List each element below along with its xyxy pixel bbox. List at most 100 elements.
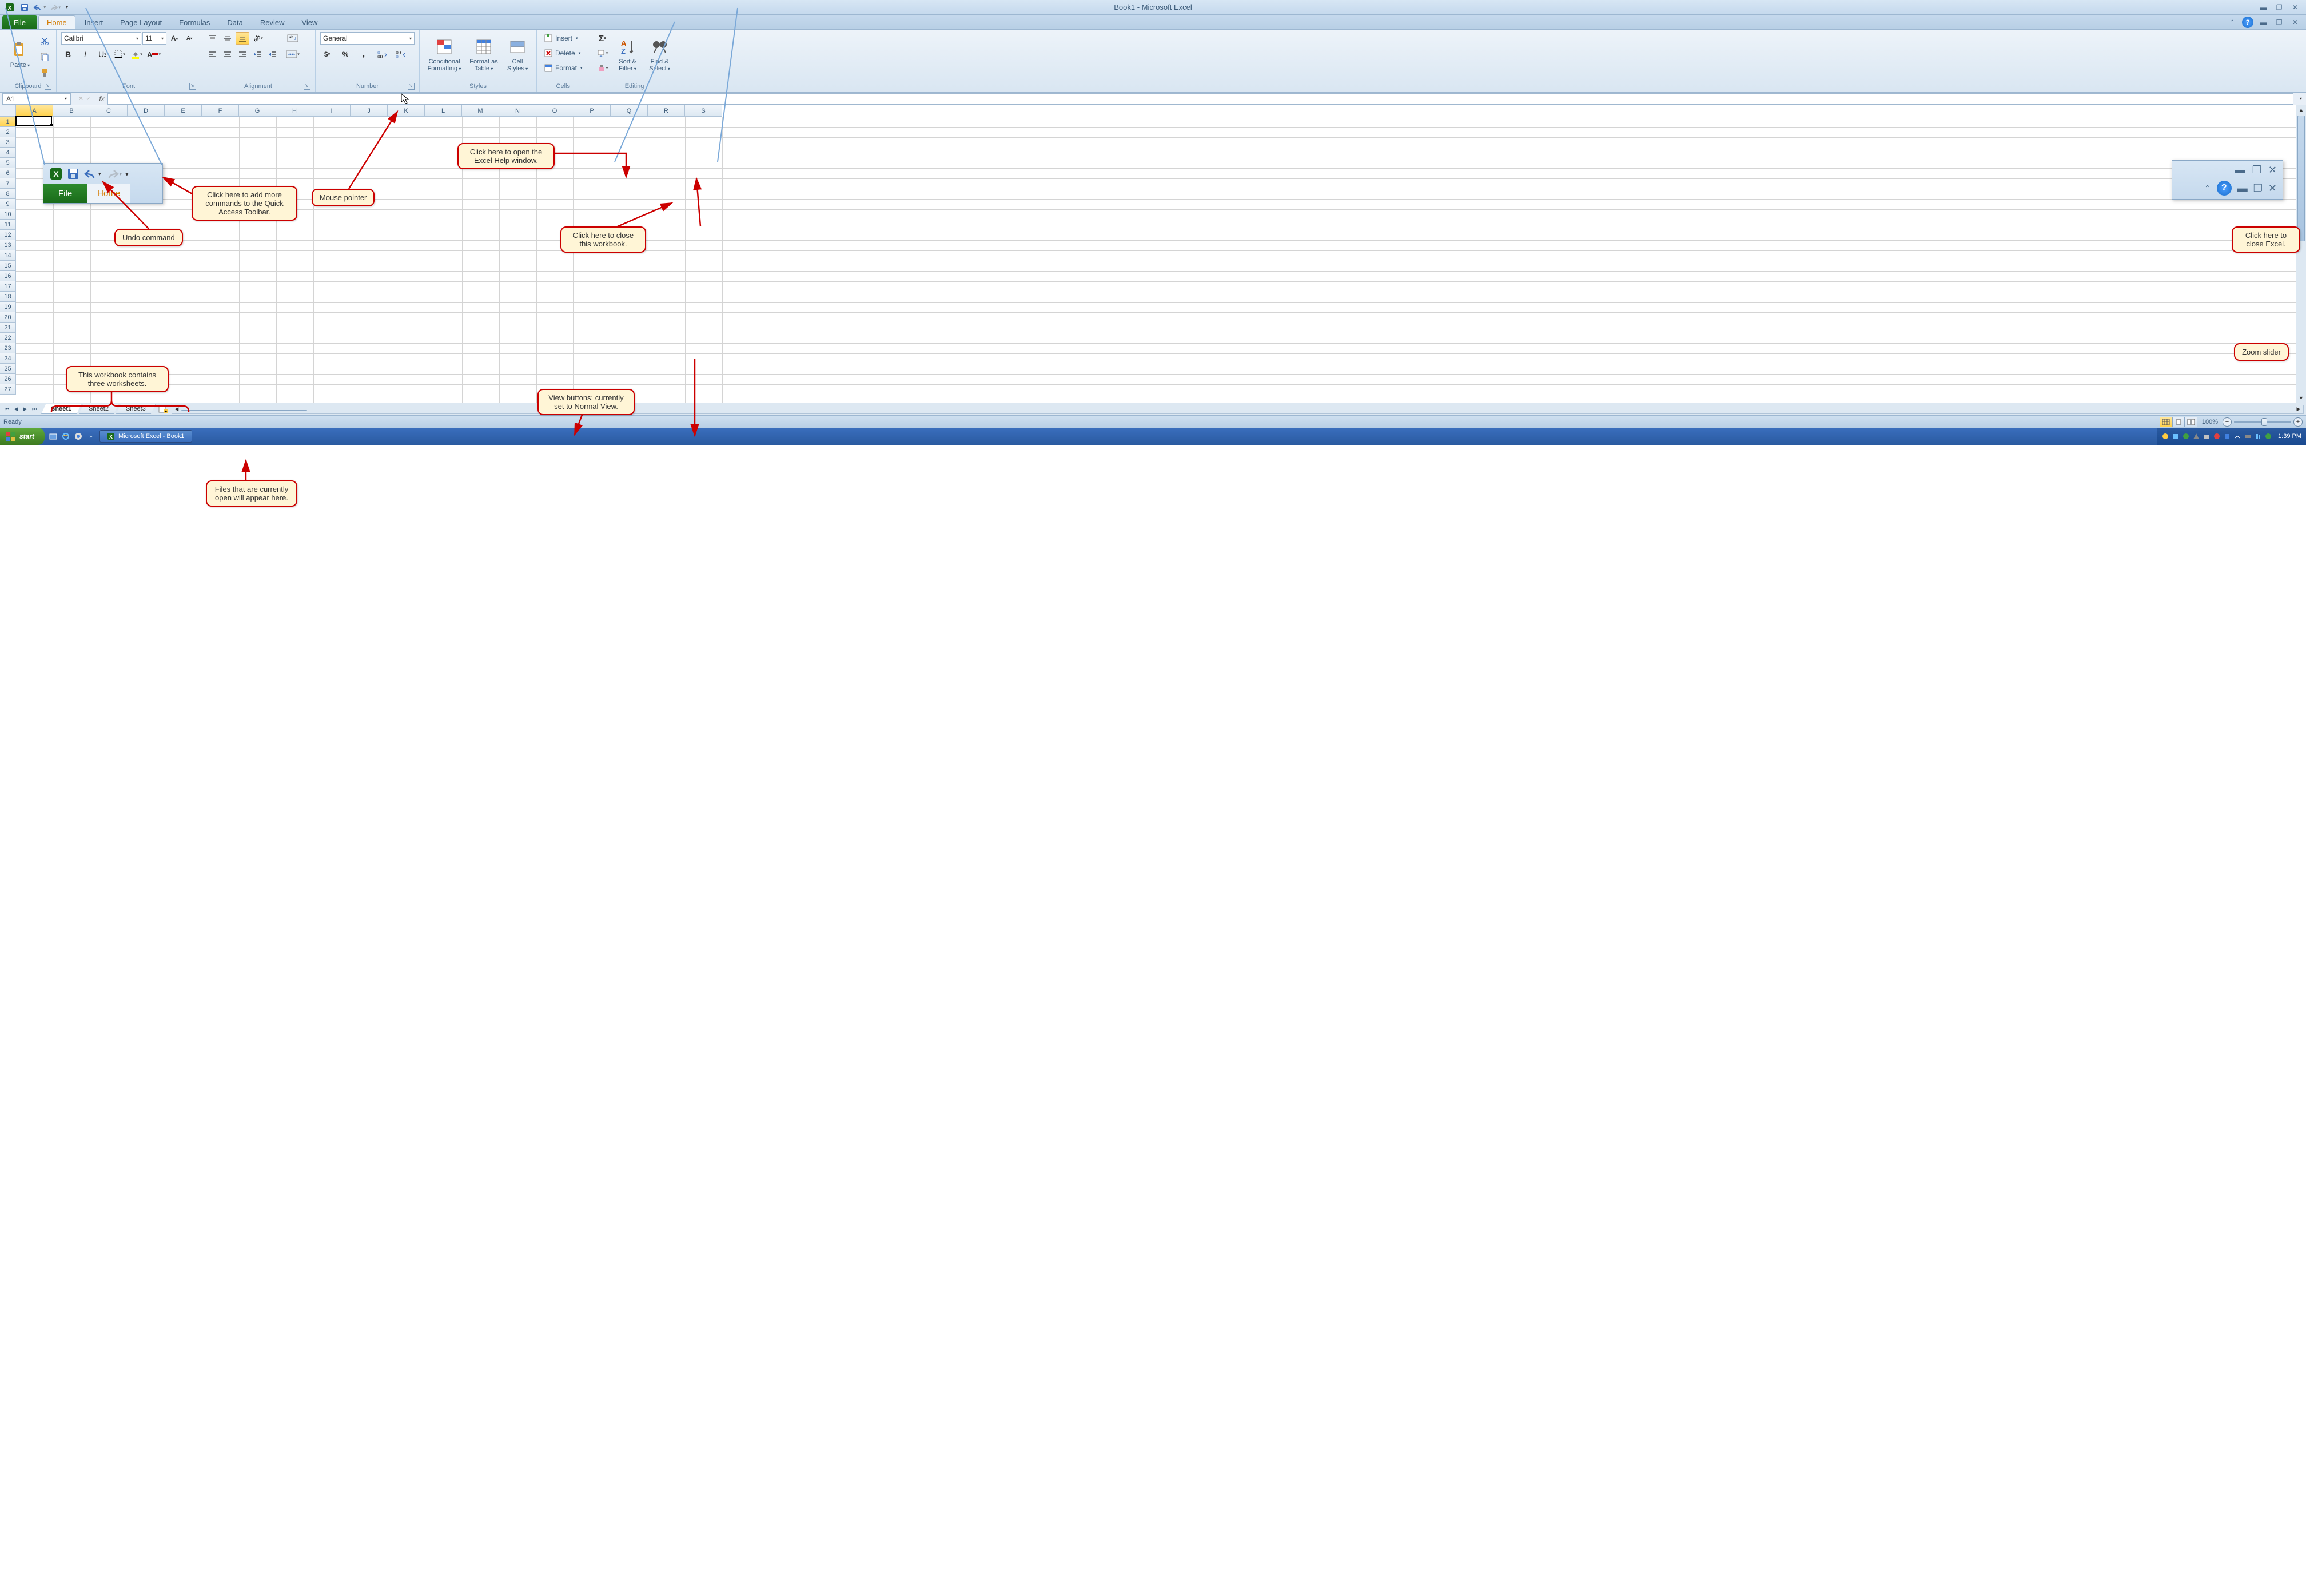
underline-button[interactable]: U▾	[95, 48, 109, 61]
tray-icon[interactable]	[2213, 432, 2221, 440]
review-tab[interactable]: Review	[252, 15, 293, 29]
row-header[interactable]: 7	[0, 178, 16, 189]
top-align-button[interactable]	[206, 32, 220, 45]
name-box[interactable]: A1▾	[2, 93, 71, 105]
decrease-indent-button[interactable]	[250, 48, 264, 61]
vertical-scroll-thumb[interactable]	[2297, 116, 2305, 241]
zoom-in-button[interactable]: +	[2293, 417, 2303, 427]
file-tab[interactable]: File	[2, 15, 37, 29]
undo-button[interactable]: ▾	[33, 2, 46, 13]
view-tab[interactable]: View	[293, 15, 325, 29]
wrap-text-button[interactable]: ab	[284, 32, 302, 45]
sheet-tab[interactable]: Sheet3	[116, 404, 156, 414]
chrome-icon[interactable]	[73, 431, 83, 441]
align-left-button[interactable]	[206, 48, 220, 61]
tray-icon[interactable]	[2264, 432, 2272, 440]
page-layout-tab[interactable]: Page Layout	[112, 15, 170, 29]
row-header[interactable]: 8	[0, 189, 16, 199]
last-sheet-button[interactable]: ⏭	[30, 405, 39, 414]
show-desktop-icon[interactable]	[48, 431, 58, 441]
column-header[interactable]: O	[536, 105, 573, 117]
row-header[interactable]: 15	[0, 261, 16, 271]
format-painter-button[interactable]	[38, 66, 51, 79]
delete-cells-button[interactable]: Delete▾	[541, 47, 585, 59]
font-name-combo[interactable]: Calibri▾	[61, 32, 141, 45]
sort-filter-button[interactable]: AZ Sort & Filter	[613, 32, 643, 78]
increase-decimal-button[interactable]: .0.00	[375, 48, 389, 61]
tray-icon[interactable]	[2244, 432, 2252, 440]
number-format-combo[interactable]: General▾	[320, 32, 415, 45]
column-header[interactable]: E	[165, 105, 202, 117]
column-header[interactable]: G	[239, 105, 276, 117]
column-header[interactable]: N	[499, 105, 536, 117]
home-tab[interactable]: Home	[38, 15, 75, 29]
help-button[interactable]: ?	[2242, 17, 2253, 28]
row-header[interactable]: 14	[0, 250, 16, 261]
scroll-down-button[interactable]: ▼	[2296, 393, 2306, 403]
row-header[interactable]: 16	[0, 271, 16, 281]
row-header[interactable]: 9	[0, 199, 16, 209]
row-header[interactable]: 12	[0, 230, 16, 240]
column-header[interactable]: I	[313, 105, 351, 117]
align-right-button[interactable]	[236, 48, 249, 61]
tray-icon[interactable]	[2203, 432, 2211, 440]
decrease-decimal-button[interactable]: .00.0	[393, 48, 407, 61]
column-header[interactable]: F	[202, 105, 239, 117]
tray-icon[interactable]	[2172, 432, 2180, 440]
row-header[interactable]: 4	[0, 148, 16, 158]
cell-styles-button[interactable]: Cell Styles	[503, 32, 532, 78]
clipboard-dialog-launcher[interactable]	[45, 83, 51, 90]
formula-input[interactable]	[107, 93, 2293, 105]
row-header[interactable]: 5	[0, 158, 16, 168]
tray-icon[interactable]	[2192, 432, 2200, 440]
align-center-button[interactable]	[221, 48, 234, 61]
save-button[interactable]	[18, 2, 31, 13]
workbook-restore-button[interactable]: ❐	[2273, 18, 2285, 27]
row-header[interactable]: 21	[0, 323, 16, 333]
zoom-thumb[interactable]	[2261, 418, 2267, 426]
page-break-view-button[interactable]	[2185, 417, 2197, 427]
close-button[interactable]: ✕	[2289, 3, 2301, 12]
formulas-tab[interactable]: Formulas	[171, 15, 218, 29]
row-header[interactable]: 22	[0, 333, 16, 343]
expand-formula-bar-button[interactable]: ▾	[2296, 96, 2306, 101]
font-dialog-launcher[interactable]	[189, 83, 196, 90]
zoom-out-button[interactable]: −	[2223, 417, 2232, 427]
font-color-button[interactable]: A▾	[147, 48, 161, 61]
row-header[interactable]: 27	[0, 384, 16, 395]
bottom-align-button[interactable]	[236, 32, 249, 45]
column-header[interactable]: B	[53, 105, 90, 117]
insert-cells-button[interactable]: Insert▾	[541, 32, 585, 45]
fill-button[interactable]: ▾	[595, 47, 611, 59]
row-header[interactable]: 6	[0, 168, 16, 178]
column-header[interactable]: R	[648, 105, 685, 117]
clock[interactable]: 1:39 PM	[2278, 433, 2301, 440]
next-sheet-button[interactable]: ▶	[21, 405, 30, 414]
scroll-right-button[interactable]: ▶	[2294, 406, 2303, 412]
comma-format-button[interactable]: ,	[357, 48, 371, 61]
prev-sheet-button[interactable]: ◀	[11, 405, 21, 414]
ql-more-icon[interactable]: »	[86, 431, 96, 441]
column-header[interactable]: C	[90, 105, 128, 117]
row-header[interactable]: 18	[0, 292, 16, 302]
first-sheet-button[interactable]: ⏮	[2, 405, 11, 414]
row-header[interactable]: 1	[0, 117, 16, 127]
increase-font-button[interactable]: A▴	[168, 32, 181, 45]
row-header[interactable]: 24	[0, 353, 16, 364]
orientation-button[interactable]: ab▾	[250, 32, 264, 45]
tray-icon[interactable]	[2233, 432, 2241, 440]
copy-button[interactable]	[38, 50, 51, 63]
column-header[interactable]: J	[351, 105, 388, 117]
row-header[interactable]: 25	[0, 364, 16, 374]
tray-icon[interactable]	[2161, 432, 2169, 440]
clear-button[interactable]: ▾	[595, 62, 611, 74]
column-header[interactable]: P	[573, 105, 611, 117]
row-header[interactable]: 2	[0, 127, 16, 137]
find-select-button[interactable]: Find & Select	[645, 32, 675, 78]
zoom-track[interactable]	[2234, 421, 2291, 423]
horizontal-scroll-thumb[interactable]	[181, 410, 307, 411]
format-as-table-button[interactable]: Format as Table	[467, 32, 501, 78]
column-header[interactable]: Q	[611, 105, 648, 117]
middle-align-button[interactable]	[221, 32, 234, 45]
minimize-ribbon-button[interactable]: ⌃	[2226, 18, 2239, 27]
